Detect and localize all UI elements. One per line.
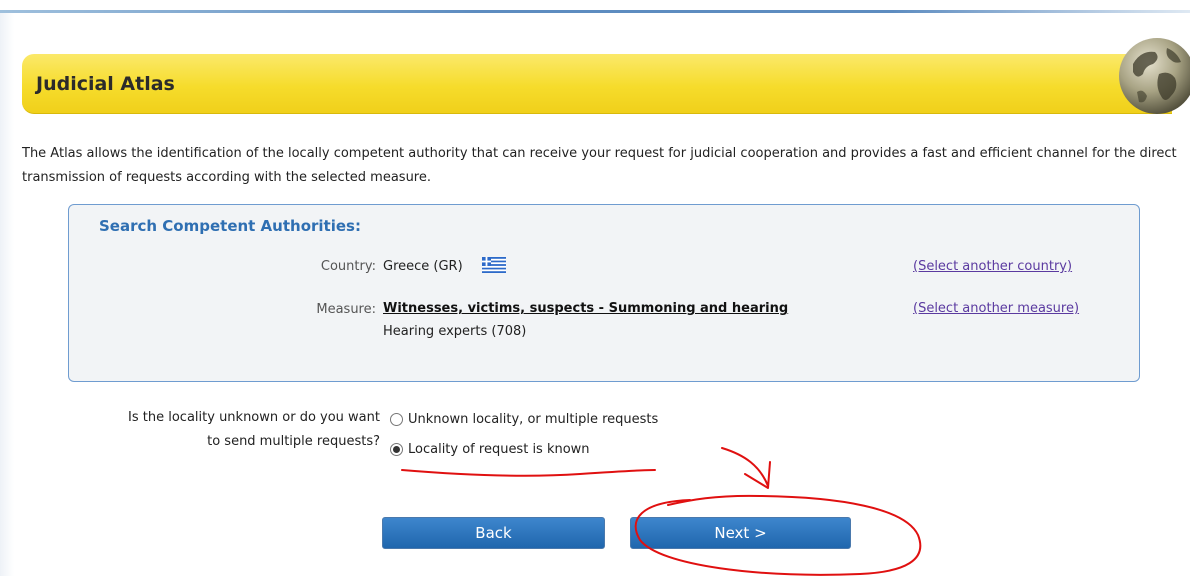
search-title: Search Competent Authorities:	[99, 217, 361, 235]
intro-text: The Atlas allows the identification of t…	[22, 146, 1177, 185]
measure-label: Measure:	[316, 302, 376, 317]
header-bar: Judicial Atlas	[22, 54, 1172, 114]
locality-question: Is the locality unknown or do you want t…	[128, 406, 380, 454]
locality-question-line2: to send multiple requests?	[207, 434, 380, 449]
measure-link[interactable]: Witnesses, victims, suspects - Summoning…	[383, 301, 788, 316]
search-panel: Search Competent Authorities:	[68, 204, 1140, 382]
arrow-annotation-shaft	[721, 447, 769, 487]
radio-unknown-locality[interactable]: Unknown locality, or multiple requests	[390, 409, 658, 429]
select-country-link[interactable]: (Select another country)	[913, 259, 1072, 274]
radio-label: Locality of request is known	[408, 441, 590, 457]
country-value: Greece (GR)	[383, 259, 463, 274]
top-border-line	[0, 10, 1190, 13]
globe-icon	[1119, 38, 1190, 114]
next-button[interactable]: Next >	[630, 517, 851, 549]
locality-question-line1: Is the locality unknown or do you want	[128, 410, 380, 425]
measure-subitem: Hearing experts (708)	[383, 324, 527, 339]
radio-button[interactable]	[390, 412, 403, 426]
page-title: Judicial Atlas	[36, 73, 175, 95]
underline-annotation	[401, 469, 656, 477]
radio-button-checked[interactable]	[390, 442, 403, 456]
greece-flag-icon	[482, 257, 506, 273]
arrow-annotation-head	[744, 461, 771, 489]
radio-label: Unknown locality, or multiple requests	[408, 411, 659, 427]
country-label: Country:	[320, 259, 376, 274]
left-shade	[0, 13, 14, 576]
select-measure-link[interactable]: (Select another measure)	[913, 301, 1079, 316]
radio-known-locality[interactable]: Locality of request is known	[390, 439, 590, 459]
back-button[interactable]: Back	[382, 517, 605, 549]
